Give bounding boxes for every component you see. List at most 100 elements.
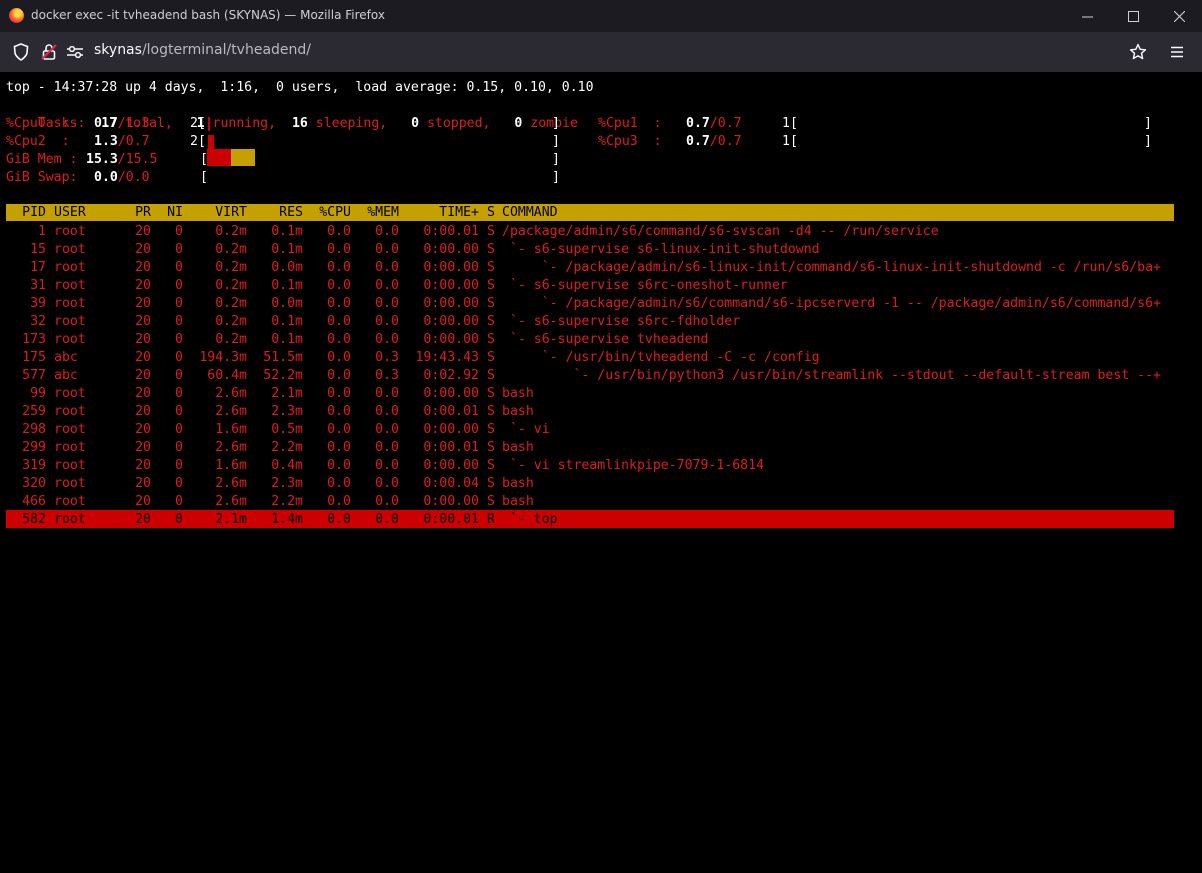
meter-label: %Cpu0 : bbox=[6, 116, 70, 131]
close-icon bbox=[1173, 10, 1185, 22]
meter-bracket-open: 2[ bbox=[190, 134, 206, 149]
window-title: docker exec -it tvheadend bash (SKYNAS) … bbox=[31, 8, 385, 22]
cell-res: 0.1m bbox=[271, 242, 303, 257]
cell-mem: 0.0 bbox=[375, 386, 399, 401]
meter-bracket-close: ] bbox=[1144, 116, 1152, 131]
meter-value: 0.7 bbox=[94, 116, 118, 131]
cell-ni: 0 bbox=[175, 494, 183, 509]
cell-pid: 319 bbox=[22, 458, 46, 473]
cell-state: S bbox=[487, 278, 495, 293]
column-header-command: COMMAND bbox=[502, 205, 558, 220]
cell-virt: 1.6m bbox=[215, 458, 247, 473]
url-host: skynas bbox=[94, 42, 142, 58]
column-header-pid: PID bbox=[22, 205, 46, 220]
minimize-button[interactable] bbox=[1064, 0, 1110, 32]
hamburger-menu-icon[interactable] bbox=[1166, 41, 1188, 63]
cell-ni: 0 bbox=[175, 260, 183, 275]
cell-state: R bbox=[487, 512, 495, 527]
cell-time: 0:00.00 bbox=[423, 260, 479, 275]
cell-user: abc bbox=[54, 350, 78, 365]
cell-res: 0.1m bbox=[271, 332, 303, 347]
cell-command: bash bbox=[502, 404, 534, 419]
meter-bracket-open: [ bbox=[200, 170, 208, 185]
site-permissions-icon[interactable] bbox=[64, 41, 86, 63]
cell-ni: 0 bbox=[175, 368, 183, 383]
cell-command: `- s6-supervise s6rc-oneshot-runner bbox=[502, 278, 788, 293]
meter-bracket-open: 1[ bbox=[782, 116, 798, 131]
cell-cpu: 0.0 bbox=[327, 350, 351, 365]
cell-pr: 20 bbox=[135, 350, 151, 365]
close-button[interactable] bbox=[1156, 0, 1202, 32]
terminal-area[interactable]: top - 14:37:28 up 4 days, 1:16, 0 users,… bbox=[0, 72, 1202, 873]
meter-bracket-close: ] bbox=[1144, 134, 1152, 149]
bookmark-star-icon[interactable] bbox=[1127, 41, 1149, 63]
cell-user: root bbox=[54, 440, 86, 455]
meter-label: %Cpu1 : bbox=[598, 116, 662, 131]
cell-pr: 20 bbox=[135, 242, 151, 257]
column-header-mem: %MEM bbox=[367, 205, 399, 220]
cell-ni: 0 bbox=[175, 332, 183, 347]
cell-virt: 0.2m bbox=[215, 260, 247, 275]
cell-pr: 20 bbox=[135, 440, 151, 455]
cell-pr: 20 bbox=[135, 458, 151, 473]
tracking-protection-shield-icon[interactable] bbox=[10, 41, 32, 63]
cell-pid: 15 bbox=[30, 242, 46, 257]
cell-user: root bbox=[54, 314, 86, 329]
cell-pid: 320 bbox=[22, 476, 46, 491]
cell-res: 0.1m bbox=[271, 278, 303, 293]
meter-label: %Cpu3 : bbox=[598, 134, 662, 149]
cell-cpu: 0.0 bbox=[327, 332, 351, 347]
cell-ni: 0 bbox=[175, 242, 183, 257]
cell-cpu: 0.0 bbox=[327, 368, 351, 383]
cell-command: /package/admin/s6/command/s6-svscan -d4 … bbox=[502, 224, 939, 239]
meter-bracket-open: 1[ bbox=[782, 134, 798, 149]
cell-res: 1.4m bbox=[271, 512, 303, 527]
cell-state: S bbox=[487, 386, 495, 401]
cell-mem: 0.3 bbox=[375, 350, 399, 365]
cpu-usage-bar bbox=[208, 117, 210, 131]
cell-pr: 20 bbox=[135, 404, 151, 419]
cell-pr: 20 bbox=[135, 512, 151, 527]
cell-command: bash bbox=[502, 440, 534, 455]
column-header-cpu: %CPU bbox=[319, 205, 351, 220]
cell-pid: 39 bbox=[30, 296, 46, 311]
meter-label: GiB Swap: bbox=[6, 170, 78, 185]
cell-command: bash bbox=[502, 494, 534, 509]
cell-res: 51.5m bbox=[263, 350, 303, 365]
meter-bracket-close: ] bbox=[552, 116, 560, 131]
cell-virt: 2.6m bbox=[215, 386, 247, 401]
cell-user: root bbox=[54, 512, 86, 527]
url-field[interactable]: skynas/logterminal/tvheadend/ bbox=[94, 42, 311, 58]
cell-pid: 1 bbox=[38, 224, 46, 239]
cell-pr: 20 bbox=[135, 476, 151, 491]
cell-pid: 299 bbox=[22, 440, 46, 455]
cell-pr: 20 bbox=[135, 296, 151, 311]
cell-pr: 20 bbox=[135, 278, 151, 293]
cell-user: root bbox=[54, 422, 86, 437]
cell-virt: 0.2m bbox=[215, 332, 247, 347]
cell-pid: 175 bbox=[22, 350, 46, 365]
cell-time: 0:00.00 bbox=[423, 278, 479, 293]
cell-command: `- vi bbox=[502, 422, 550, 437]
cell-command: `- top bbox=[502, 512, 558, 527]
cell-time: 0:02.92 bbox=[423, 368, 479, 383]
cell-user: root bbox=[54, 386, 86, 401]
cell-cpu: 0.0 bbox=[327, 494, 351, 509]
cell-user: abc bbox=[54, 368, 78, 383]
meter-bracket-close: ] bbox=[552, 152, 560, 167]
maximize-button[interactable] bbox=[1110, 0, 1156, 32]
cell-cpu: 0.0 bbox=[327, 224, 351, 239]
cell-time: 0:00.00 bbox=[423, 314, 479, 329]
cell-pr: 20 bbox=[135, 386, 151, 401]
insecure-lock-icon[interactable] bbox=[38, 41, 60, 63]
cell-command: `- /package/admin/s6-linux-init/command/… bbox=[502, 260, 1161, 275]
cell-time: 0:00.01 bbox=[423, 440, 479, 455]
cell-state: S bbox=[487, 350, 495, 365]
cell-ni: 0 bbox=[175, 404, 183, 419]
meter-bracket-open: 2[ bbox=[190, 116, 206, 131]
column-header-state: S bbox=[487, 205, 495, 220]
column-header-res: RES bbox=[279, 205, 303, 220]
cell-pr: 20 bbox=[135, 422, 151, 437]
cell-time: 0:00.01 bbox=[423, 224, 479, 239]
cell-res: 52.2m bbox=[263, 368, 303, 383]
